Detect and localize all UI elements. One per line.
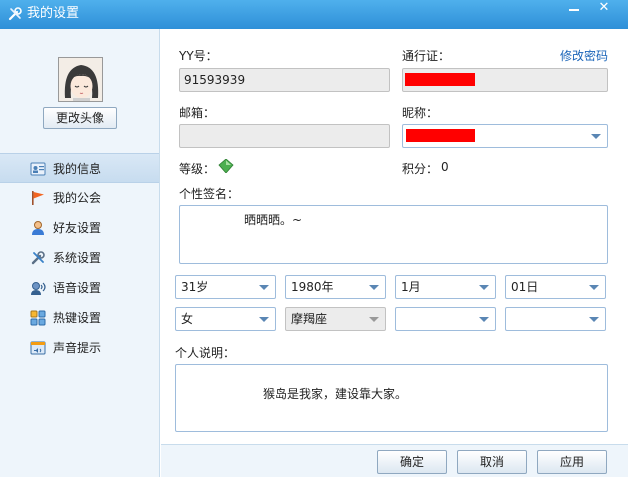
- sidebar-item-my-guild[interactable]: 我的公会: [0, 183, 159, 213]
- chevron-down-icon: [589, 317, 599, 322]
- chevron-down-icon: [591, 134, 601, 139]
- sidebar-item-label: 我的公会: [53, 191, 102, 205]
- sidebar-item-friend-settings[interactable]: 好友设置: [0, 213, 159, 243]
- gender-value: 女: [181, 312, 194, 326]
- level-label: 等级：: [179, 162, 216, 176]
- points-value: 0: [441, 160, 449, 174]
- apply-button[interactable]: 应用: [537, 450, 607, 474]
- signature-label: 个性签名：: [179, 187, 240, 201]
- passport-field: [402, 68, 608, 92]
- flag-icon: [32, 191, 44, 205]
- age-select[interactable]: 31岁: [175, 275, 276, 299]
- nickname-input[interactable]: [402, 124, 608, 148]
- birth-year-select[interactable]: 1980年: [285, 275, 386, 299]
- settings-nav: 我的信息 我的公会 好友设置 系统设置 语音设置 热键设置 声音提示: [0, 153, 159, 363]
- profile-panel: YY号： 91593939 通行证： 修改密码 邮箱： 昵称： 等级： 积分： …: [161, 29, 628, 444]
- chevron-down-icon: [479, 285, 489, 290]
- change-password-link[interactable]: 修改密码: [560, 47, 608, 64]
- chevron-down-icon: [259, 317, 269, 322]
- id-card-icon: [30, 162, 46, 176]
- nickname-label: 昵称：: [402, 106, 439, 120]
- birth-day-select[interactable]: 01日: [505, 275, 606, 299]
- close-button[interactable]: ✕: [590, 0, 618, 18]
- cancel-button[interactable]: 取消: [457, 450, 527, 474]
- intro-label: 个人说明：: [175, 346, 236, 360]
- sidebar-item-label: 语音设置: [53, 281, 102, 295]
- voice-icon: [31, 282, 46, 295]
- tools-icon: [31, 251, 45, 265]
- redaction-bar: [405, 73, 475, 86]
- passport-label: 通行证：: [402, 49, 451, 63]
- chevron-down-icon: [369, 285, 379, 290]
- birth-day-value: 01日: [511, 280, 539, 294]
- ok-button[interactable]: 确定: [377, 450, 447, 474]
- window-title: 我的设置: [27, 6, 80, 21]
- sidebar-item-label: 好友设置: [53, 221, 102, 235]
- sidebar-item-system-settings[interactable]: 系统设置: [0, 243, 159, 273]
- zodiac-select: 摩羯座: [285, 307, 386, 331]
- sidebar: 更改头像 我的信息 我的公会 好友设置 系统设置 语音设置 热键设置 声音提示: [0, 29, 160, 477]
- city-select[interactable]: [505, 307, 606, 331]
- redaction-bar: [406, 129, 475, 142]
- dialog-button-bar: 确定 取消 应用: [161, 444, 628, 477]
- tools-icon: [8, 7, 22, 21]
- chevron-down-icon: [589, 285, 599, 290]
- sound-icon: [30, 341, 46, 355]
- email-field: [179, 124, 390, 148]
- avatar-image: [59, 58, 102, 101]
- user-icon: [32, 221, 44, 235]
- sidebar-item-my-info[interactable]: 我的信息: [0, 153, 159, 183]
- chevron-down-icon: [369, 317, 379, 322]
- hotkey-icon: [30, 310, 46, 326]
- sidebar-item-label: 热键设置: [53, 311, 102, 325]
- yy-number-label: YY号：: [179, 49, 218, 63]
- sidebar-item-voice-settings[interactable]: 语音设置: [0, 273, 159, 303]
- signature-text: 晒晒晒。~: [244, 213, 303, 227]
- sidebar-item-hotkey-settings[interactable]: 热键设置: [0, 303, 159, 333]
- province-select[interactable]: [395, 307, 496, 331]
- yy-number-field: 91593939: [179, 68, 390, 92]
- zodiac-value: 摩羯座: [291, 312, 328, 326]
- change-avatar-button[interactable]: 更改头像: [43, 107, 117, 129]
- points-label: 积分：: [402, 162, 439, 176]
- signature-input[interactable]: 晒晒晒。~: [179, 205, 608, 264]
- gender-select[interactable]: 女: [175, 307, 276, 331]
- birth-year-value: 1980年: [291, 280, 334, 294]
- age-value: 31岁: [181, 280, 209, 294]
- email-label: 邮箱：: [179, 106, 216, 120]
- title-bar: 我的设置 ✕: [0, 0, 628, 29]
- sidebar-item-label: 系统设置: [53, 251, 102, 265]
- intro-text: 猴岛是我家，建设靠大家。: [263, 387, 408, 401]
- sidebar-item-label: 我的信息: [53, 162, 102, 176]
- sidebar-item-label: 声音提示: [53, 341, 102, 355]
- chevron-down-icon: [259, 285, 269, 290]
- minimize-button[interactable]: [560, 0, 588, 18]
- level-diamond-icon: [218, 159, 234, 173]
- birth-month-select[interactable]: 1月: [395, 275, 496, 299]
- avatar: [58, 57, 103, 102]
- sidebar-item-sound-notification[interactable]: 声音提示: [0, 333, 159, 363]
- chevron-down-icon: [479, 317, 489, 322]
- intro-input[interactable]: 猴岛是我家，建设靠大家。: [175, 364, 608, 432]
- birth-month-value: 1月: [401, 280, 421, 294]
